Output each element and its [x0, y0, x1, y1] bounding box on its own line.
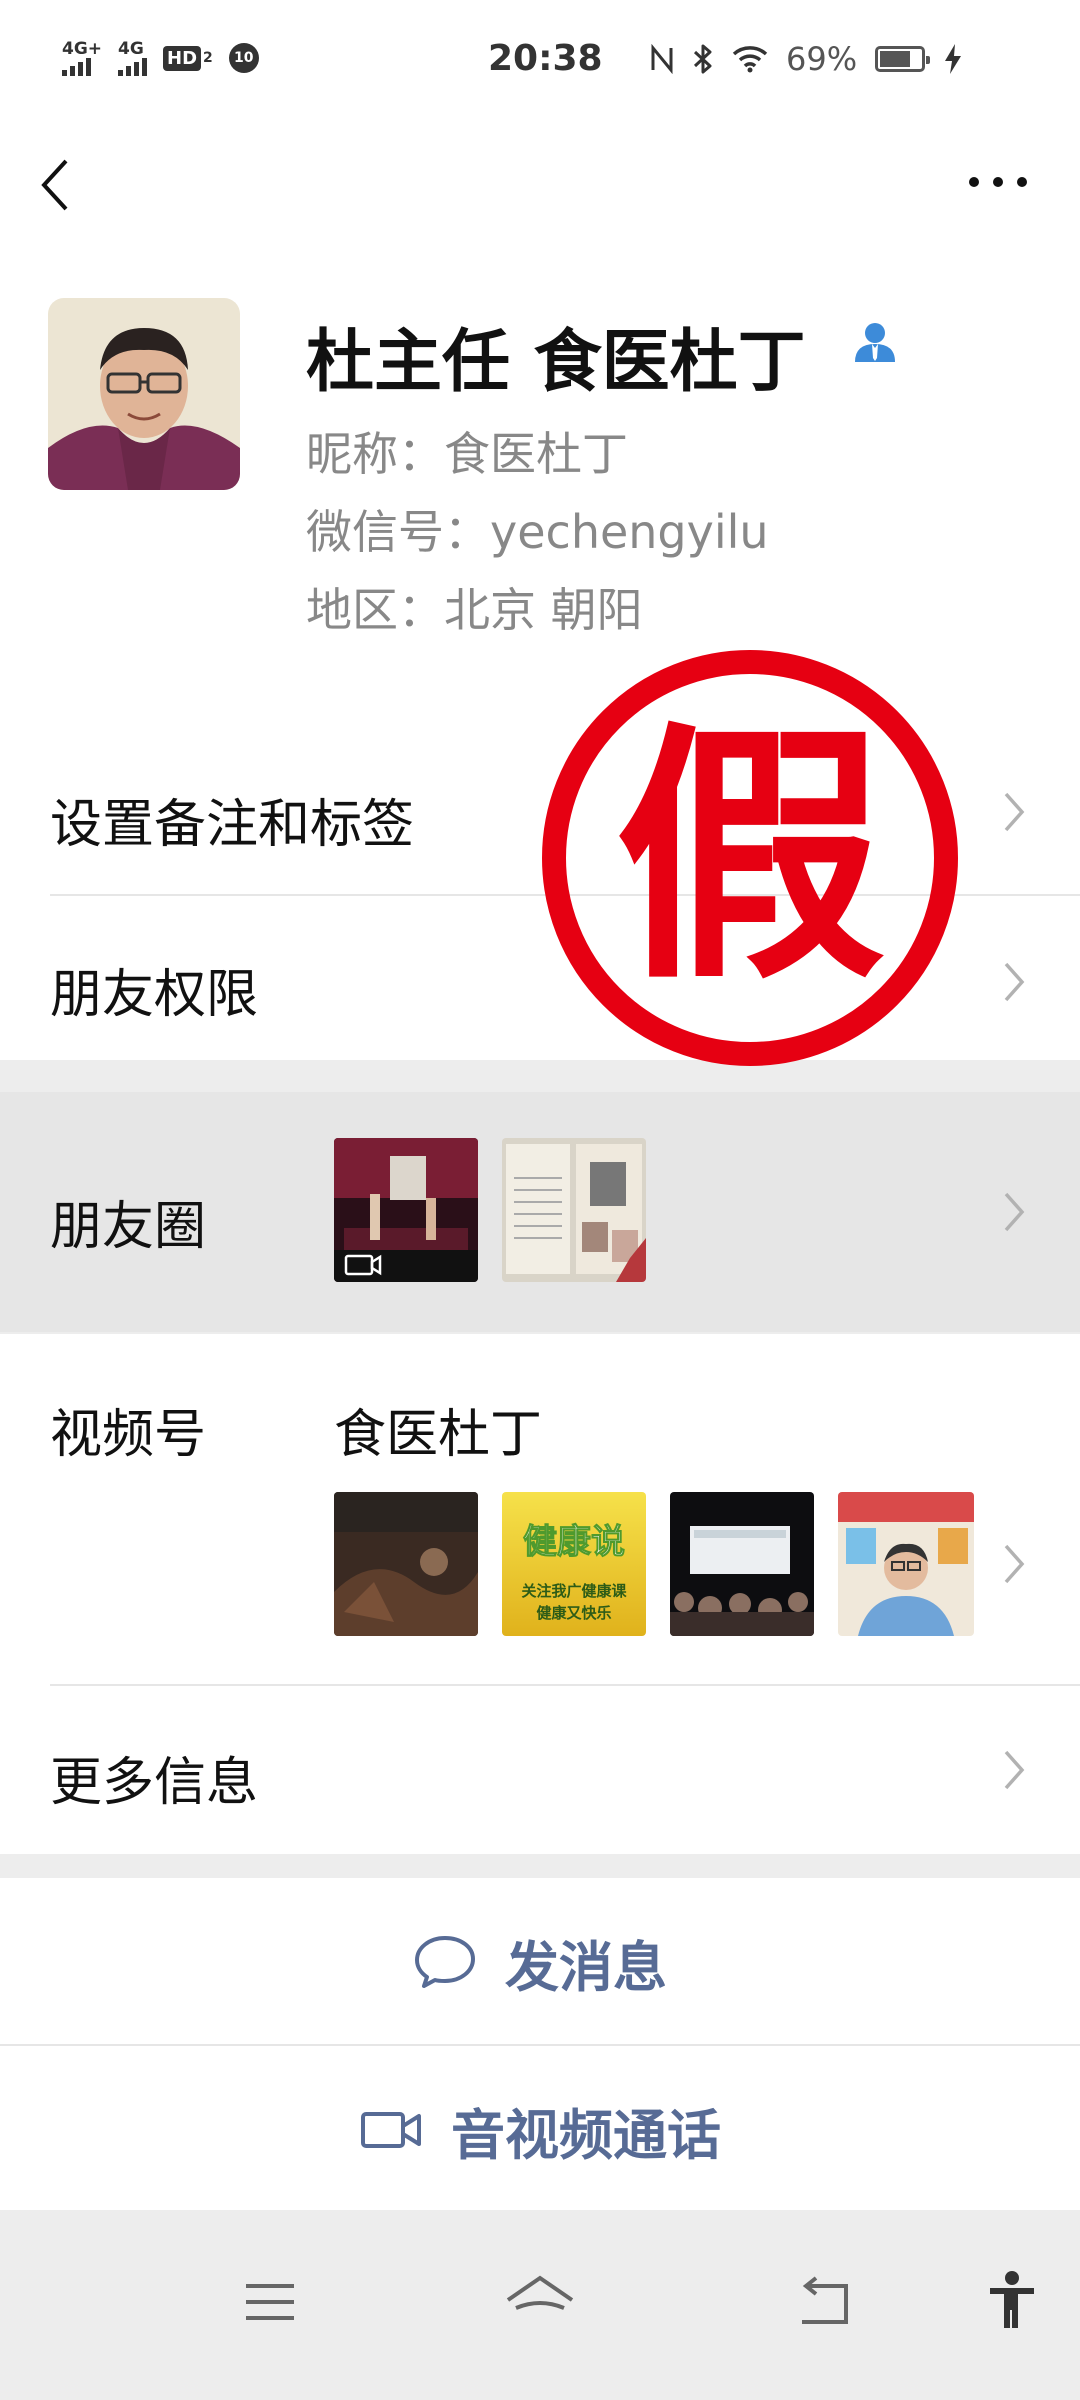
chevron-right-icon: [1004, 792, 1025, 832]
wifi-icon: [732, 46, 768, 73]
more-options-icon[interactable]: [966, 170, 1030, 194]
hd-label: HD: [163, 45, 202, 71]
chevron-right-icon: [1004, 1750, 1025, 1790]
status-right: 69%: [650, 40, 963, 78]
back-navigation-icon[interactable]: [794, 2276, 854, 2328]
avatar[interactable]: [48, 298, 240, 490]
region-line: 地区：北京 朝阳: [306, 583, 643, 637]
fake-stamp: 假: [540, 648, 960, 1068]
contact-name: 杜主任 食医杜丁: [306, 323, 806, 402]
chevron-right-icon: [1004, 962, 1025, 1002]
nickname-line: 昵称：食医杜丁: [306, 427, 628, 481]
channel-thumb-4[interactable]: [838, 1492, 974, 1636]
notification-badge: 10: [228, 43, 259, 73]
hd-voice-indicator: HD 2: [163, 45, 213, 71]
signal-bars-icon: [62, 58, 91, 76]
thumb-caption-1: 关注我广健康课: [521, 1582, 627, 1600]
video-camera-icon: [361, 2112, 421, 2148]
row-channels-label: 视频号: [50, 1405, 207, 1465]
send-message-label: 发消息: [505, 1935, 667, 1999]
bluetooth-icon: [693, 44, 712, 74]
hd-sub-label: 2: [203, 50, 213, 66]
thumb-title: 健康说: [523, 1522, 626, 1563]
battery-icon: [875, 46, 931, 72]
wechat-id-line: 微信号：yechengyilu: [306, 505, 769, 559]
back-arrow-icon[interactable]: [36, 155, 76, 215]
signal-bars-icon: [118, 58, 148, 76]
row-remark-tags[interactable]: 设置备注和标签: [50, 782, 414, 857]
moments-thumb-video[interactable]: [334, 1138, 478, 1282]
channel-thumb-2[interactable]: 健康说 关注我广健康课 健康又快乐: [502, 1492, 646, 1636]
divider: [50, 1684, 1080, 1686]
row-friend-permissions[interactable]: 朋友权限: [50, 952, 258, 1027]
moments-thumb-book[interactable]: [502, 1138, 646, 1282]
chevron-right-icon: [1004, 1544, 1025, 1584]
menu-icon[interactable]: [242, 2280, 298, 2324]
stamp-text: 假: [615, 700, 885, 1015]
contact-person-icon: [855, 323, 895, 362]
home-icon[interactable]: [504, 2274, 576, 2330]
accessibility-icon[interactable]: [986, 2270, 1038, 2330]
status-left: 4G+ 4G HD 2 10: [62, 40, 259, 76]
signal-label: 4G+: [62, 39, 103, 59]
status-bar: 4G+ 4G HD 2 10 20:38 69%: [0, 0, 1080, 120]
signal-label: 4G: [118, 39, 144, 59]
signal-4g: 4G: [118, 39, 148, 76]
row-more-info[interactable]: 更多信息: [50, 1740, 258, 1815]
status-time: 20:38: [488, 38, 603, 79]
chevron-right-icon: [1004, 1192, 1025, 1232]
system-navigation-bar: [0, 2210, 1080, 2400]
channel-thumb-1[interactable]: [334, 1492, 478, 1636]
battery-percent: 69%: [786, 40, 858, 78]
channel-thumb-3[interactable]: [670, 1492, 814, 1636]
charging-icon: [945, 44, 962, 74]
chat-bubble-icon: [415, 1936, 475, 1988]
voice-video-call-button[interactable]: 音视频通话: [0, 2046, 1080, 2214]
signal-4g-plus: 4G+: [62, 40, 102, 76]
nfc-icon: [651, 44, 673, 74]
row-moments-label: 朋友圈: [50, 1197, 207, 1257]
channels-account-name: 食医杜丁: [334, 1405, 543, 1465]
voice-video-call-label: 音视频通话: [451, 2103, 721, 2167]
send-message-button[interactable]: 发消息: [0, 1878, 1080, 2046]
thumb-caption-2: 健康又快乐: [536, 1604, 612, 1622]
